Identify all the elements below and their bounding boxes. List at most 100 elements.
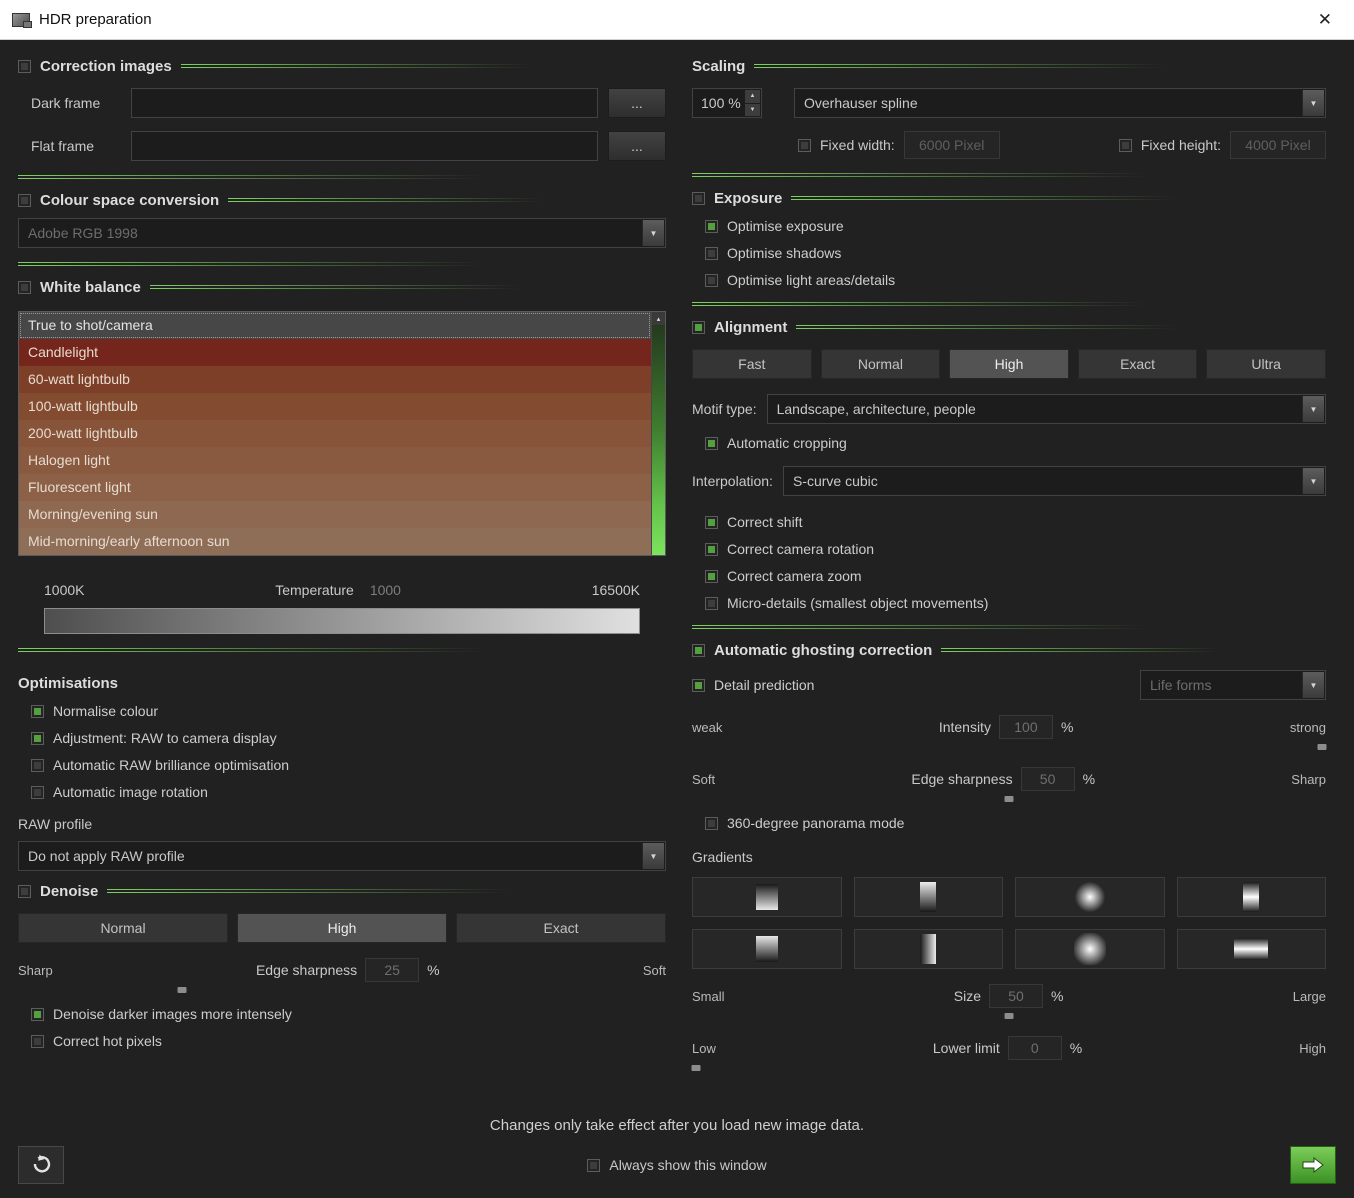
white-balance-checkbox[interactable] [18,281,31,294]
correct-zoom-row[interactable]: Correct camera zoom [692,568,1326,584]
slider-thumb[interactable] [692,1065,701,1071]
temperature-gradient-bar[interactable] [44,608,640,634]
hot-pixels-checkbox[interactable] [31,1035,44,1048]
micro-details-checkbox[interactable] [705,597,718,610]
raw-adjustment-row[interactable]: Adjustment: RAW to camera display [18,730,666,746]
gradient-tile-bar-center-bright[interactable] [1177,877,1327,917]
alignment-mode-fast[interactable]: Fast [692,349,812,379]
fixed-width-input[interactable] [904,131,1000,159]
colour-space-checkbox[interactable] [18,194,31,207]
optimise-light-areas-checkbox[interactable] [705,274,718,287]
correct-shift-checkbox[interactable] [705,516,718,529]
fixed-width-checkbox[interactable] [798,139,811,152]
denoise-edge-sharpness-input[interactable] [365,958,419,982]
ghost-edge-sharpness-slider[interactable]: Soft Edge sharpness % Sharp [692,767,1326,804]
slider-track[interactable] [696,1011,1322,1021]
alignment-mode-normal[interactable]: Normal [821,349,941,379]
optimise-shadows-row[interactable]: Optimise shadows [692,245,1326,261]
close-icon[interactable]: ✕ [1308,8,1342,32]
wb-item-true-to-shot[interactable]: True to shot/camera [19,312,651,339]
slider-thumb[interactable] [1005,796,1014,802]
dark-frame-browse-button[interactable]: ... [608,88,666,118]
hot-pixels-row[interactable]: Correct hot pixels [18,1033,666,1049]
motif-type-dropdown[interactable]: Landscape, architecture, people ▼ [767,394,1326,424]
always-show-checkbox[interactable] [587,1159,600,1172]
correct-shift-row[interactable]: Correct shift [692,514,1326,530]
denoise-darker-checkbox[interactable] [31,1008,44,1021]
slider-track[interactable] [696,794,1322,804]
slider-thumb[interactable] [1318,744,1327,750]
automatic-cropping-row[interactable]: Automatic cropping [692,435,1326,451]
spinner-up-icon[interactable]: ▲ [745,90,760,103]
intensity-slider[interactable]: weak Intensity % strong [692,715,1326,752]
gradient-tile-band-center-bright[interactable] [1177,929,1327,969]
slider-track[interactable] [696,742,1322,752]
denoise-darker-row[interactable]: Denoise darker images more intensely [18,1006,666,1022]
dark-frame-input[interactable] [131,88,598,118]
normalise-colour-checkbox[interactable] [31,705,44,718]
gradient-tile-radial-glow[interactable] [1015,877,1165,917]
slider-thumb[interactable] [178,987,187,993]
always-show-row[interactable]: Always show this window [587,1157,766,1173]
raw-adjustment-checkbox[interactable] [31,732,44,745]
correct-rotation-row[interactable]: Correct camera rotation [692,541,1326,557]
wb-item-morning-evening-sun[interactable]: Morning/evening sun [19,501,651,528]
chevron-down-icon[interactable]: ▼ [1302,396,1324,422]
exposure-checkbox[interactable] [692,192,705,205]
normalise-colour-row[interactable]: Normalise colour [18,703,666,719]
raw-profile-dropdown[interactable]: Do not apply RAW profile ▼ [18,841,666,871]
scale-percent-spinner[interactable]: 100 % ▲ ▼ [692,88,762,118]
gradient-tile-linear-top-bright[interactable] [692,929,842,969]
wb-item-halogen[interactable]: Halogen light [19,447,651,474]
wb-item-200-watt[interactable]: 200-watt lightbulb [19,420,651,447]
detail-prediction-checkbox[interactable] [692,679,705,692]
scroll-up-icon[interactable]: ▴ [652,312,665,325]
proceed-button[interactable] [1290,1146,1336,1184]
optimise-exposure-checkbox[interactable] [705,220,718,233]
optimise-exposure-row[interactable]: Optimise exposure [692,218,1326,234]
denoise-mode-exact[interactable]: Exact [456,913,666,943]
gradient-tile-linear-bottom-bright[interactable] [692,877,842,917]
correct-rotation-checkbox[interactable] [705,543,718,556]
size-input[interactable] [989,984,1043,1008]
image-rotation-checkbox[interactable] [31,786,44,799]
size-slider[interactable]: Small Size % Large [692,984,1326,1021]
wb-item-100-watt[interactable]: 100-watt lightbulb [19,393,651,420]
spinner-down-icon[interactable]: ▼ [745,104,760,117]
optimise-shadows-checkbox[interactable] [705,247,718,260]
life-forms-dropdown[interactable]: Life forms ▼ [1140,670,1326,700]
gradient-tile-bar-top-bright[interactable] [854,877,1004,917]
denoise-edge-sharpness-slider[interactable]: Sharp Edge sharpness % Soft [18,958,666,995]
optimise-light-areas-row[interactable]: Optimise light areas/details [692,272,1326,288]
chevron-down-icon[interactable]: ▼ [1302,90,1324,116]
chevron-down-icon[interactable]: ▼ [642,220,664,246]
alignment-mode-ultra[interactable]: Ultra [1206,349,1326,379]
slider-thumb[interactable] [1005,1013,1014,1019]
image-rotation-row[interactable]: Automatic image rotation [18,784,666,800]
flat-frame-input[interactable] [131,131,598,161]
ghost-edge-sharpness-input[interactable] [1021,767,1075,791]
gradient-tile-bar-right-bright[interactable] [854,929,1004,969]
detail-prediction-check-row[interactable]: Detail prediction [692,677,814,693]
denoise-mode-normal[interactable]: Normal [18,913,228,943]
scrollbar-thumb[interactable] [652,325,665,555]
slider-track[interactable] [22,985,662,995]
chevron-down-icon[interactable]: ▼ [1302,672,1324,698]
fixed-height-input[interactable] [1230,131,1326,159]
lower-limit-input[interactable] [1008,1036,1062,1060]
undo-button[interactable] [18,1146,64,1184]
lower-limit-slider[interactable]: Low Lower limit % High [692,1036,1326,1073]
ghosting-checkbox[interactable] [692,644,705,657]
panorama-checkbox[interactable] [705,817,718,830]
flat-frame-browse-button[interactable]: ... [608,131,666,161]
colour-space-dropdown[interactable]: Adobe RGB 1998 ▼ [18,218,666,248]
wb-item-candlelight[interactable]: Candlelight [19,339,651,366]
alignment-mode-exact[interactable]: Exact [1078,349,1198,379]
micro-details-row[interactable]: Micro-details (smallest object movements… [692,595,1326,611]
wb-item-fluorescent[interactable]: Fluorescent light [19,474,651,501]
interpolation-dropdown[interactable]: S-curve cubic ▼ [783,466,1326,496]
chevron-down-icon[interactable]: ▼ [1302,468,1324,494]
chevron-down-icon[interactable]: ▼ [642,843,664,869]
gradient-tile-radial-glow-large[interactable] [1015,929,1165,969]
intensity-input[interactable] [999,715,1053,739]
